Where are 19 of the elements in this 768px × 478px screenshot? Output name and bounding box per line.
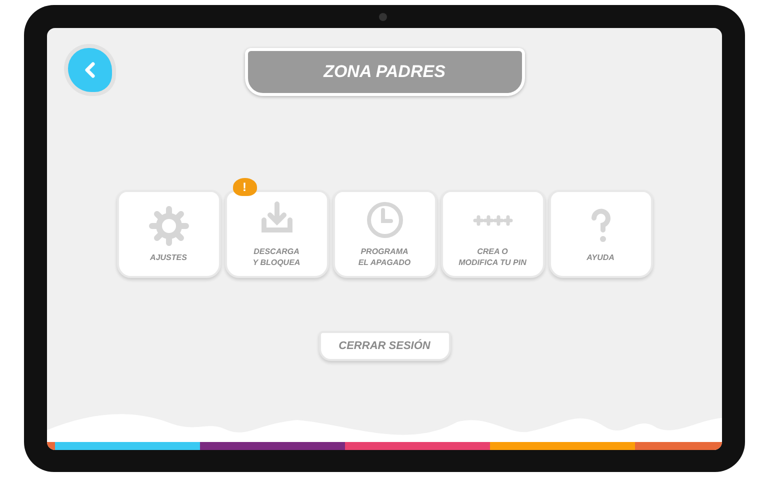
- camera-icon: [379, 13, 387, 21]
- tile-label: PROGRAMA EL APAGADO: [358, 246, 411, 268]
- logout-button[interactable]: CERRAR SESIÓN: [318, 331, 450, 361]
- menu-tile[interactable]: AJUSTES: [116, 190, 220, 278]
- alert-badge: !: [232, 178, 256, 196]
- menu-tile[interactable]: DESCARGA Y BLOQUEA: [224, 190, 328, 278]
- screen-title: ZONA PADRES: [244, 48, 524, 96]
- back-icon: [83, 62, 97, 78]
- plus-signs-icon: [472, 214, 512, 226]
- tile-label: AYUDA: [586, 252, 614, 262]
- clock-icon: [364, 200, 404, 240]
- menu-tile[interactable]: PROGRAMA EL APAGADO: [332, 190, 436, 278]
- back-button[interactable]: [68, 48, 112, 92]
- menu-tile[interactable]: CREA O MODIFICA TU PIN: [440, 190, 544, 278]
- tile-label: CREA O MODIFICA TU PIN: [458, 246, 526, 268]
- tile-label: AJUSTES: [150, 252, 187, 262]
- tile-label: DESCARGA Y BLOQUEA: [252, 246, 300, 268]
- menu-tile[interactable]: AYUDA: [548, 190, 652, 278]
- gear-icon: [148, 206, 188, 246]
